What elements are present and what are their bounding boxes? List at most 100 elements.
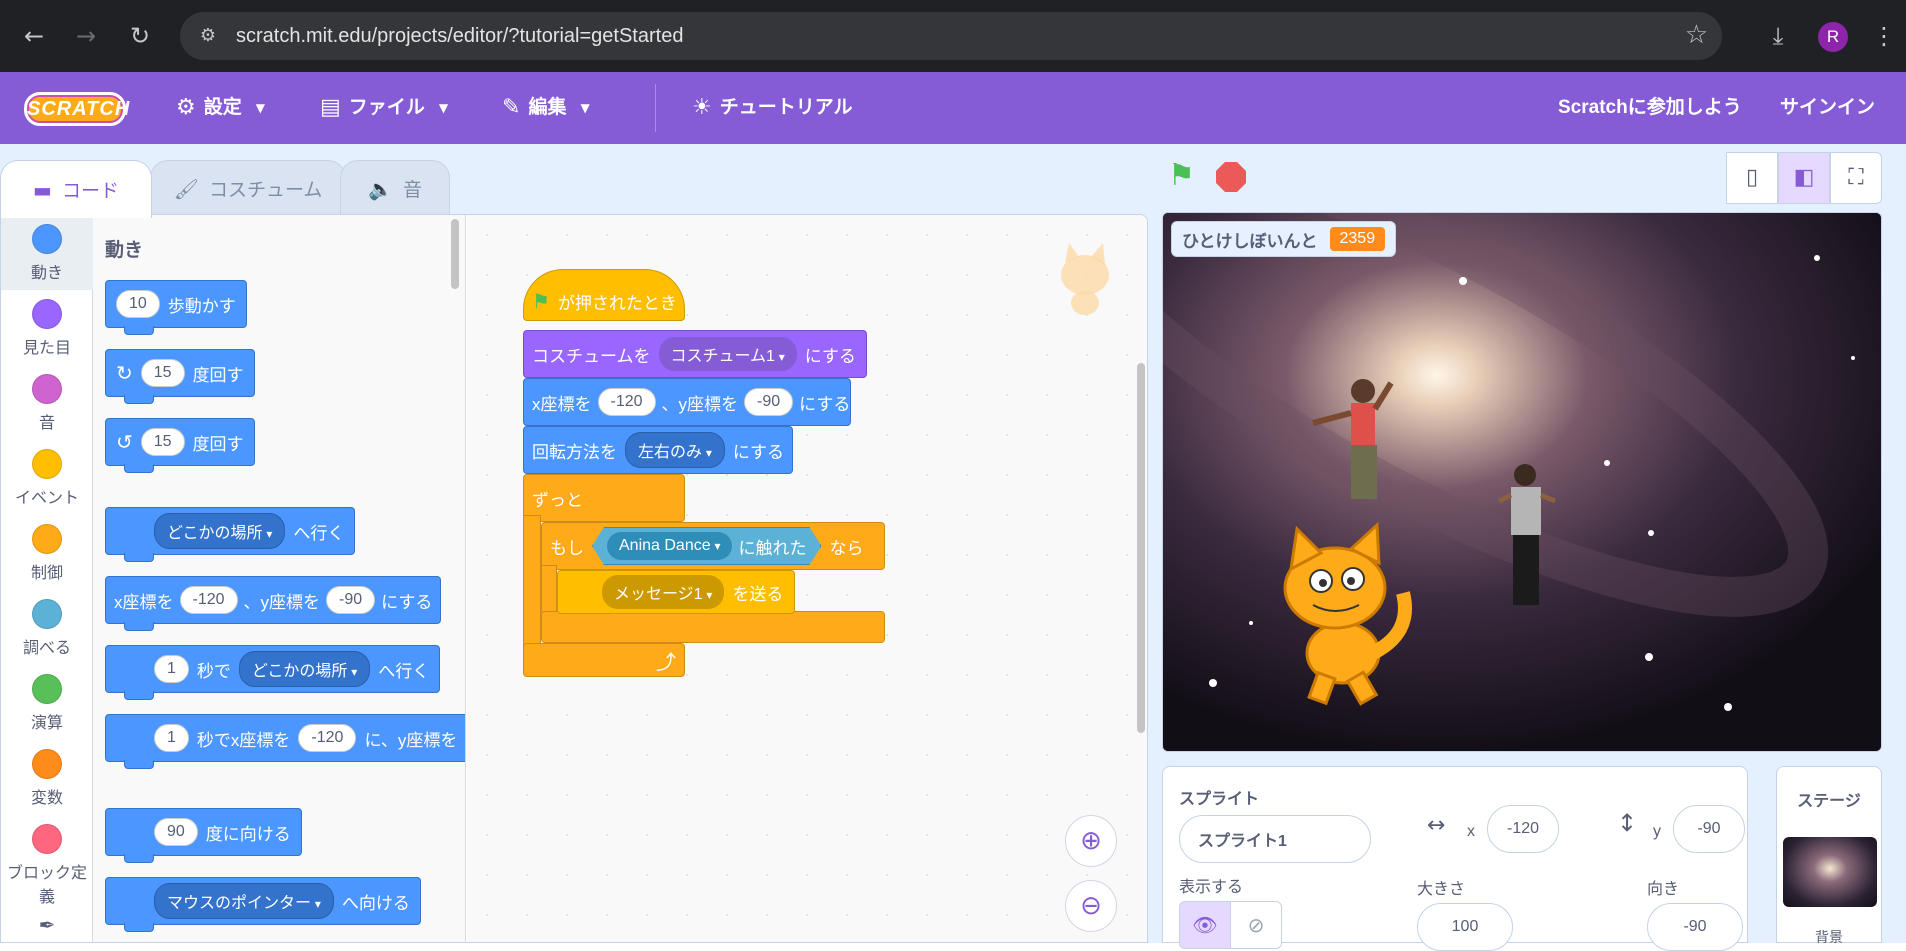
touching-block[interactable]: Anina Dance に触れた xyxy=(592,527,821,565)
rotation-style-block[interactable]: 回転方法を 左右のみ にする xyxy=(523,426,793,474)
y-input[interactable]: -90 xyxy=(744,388,794,416)
tab-costumes[interactable]: 🖌 コスチューム xyxy=(150,160,346,216)
switch-costume-block[interactable]: コスチュームを コスチューム1 にする xyxy=(523,330,867,378)
category-dot xyxy=(32,749,62,779)
scratch-menubar: SCRATCH ⚙ 設定 ▼ ▤ ファイル ▼ ✎ 編集 ▼ ☀ チュートリアル… xyxy=(0,72,1906,144)
category-operators[interactable]: 演算 xyxy=(1,665,93,740)
towards-dropdown[interactable]: マウスのポインター xyxy=(154,883,334,919)
script-scrollbar[interactable] xyxy=(1137,363,1145,733)
turn-left-block[interactable]: ↺ 15 度回す xyxy=(105,418,255,473)
sprite-direction-input[interactable]: -90 xyxy=(1647,903,1743,951)
variable-monitor[interactable]: ひとけしぼいんと 2359 xyxy=(1171,221,1397,257)
point-direction-block[interactable]: 90 度に向ける xyxy=(105,808,302,863)
steps-input[interactable]: 10 xyxy=(116,290,160,318)
scratch-logo[interactable]: SCRATCH xyxy=(24,92,129,126)
rotate-right-icon: ↻ xyxy=(116,361,133,385)
edit-menu[interactable]: ✎ 編集 ▼ xyxy=(502,94,590,122)
download-icon[interactable]: ⤓ xyxy=(1760,18,1796,54)
sprite-y-input[interactable]: -90 xyxy=(1673,805,1745,853)
bookmark-star-icon[interactable]: ☆ xyxy=(1685,20,1708,50)
turn-right-block[interactable]: ↻ 15 度回す xyxy=(105,349,255,404)
degrees-input[interactable]: 15 xyxy=(140,428,185,456)
code-panel: 動き 見た目 音 イベント 制御 調べる 演算 変数 ブロック定義 ✒ 動き 1… xyxy=(0,214,1148,943)
sprite-size-input[interactable]: 100 xyxy=(1417,903,1513,951)
x-input[interactable]: -120 xyxy=(179,586,238,614)
file-menu[interactable]: ▤ ファイル ▼ xyxy=(320,94,448,122)
show-visible-button[interactable]: 👁 xyxy=(1179,901,1231,949)
horizontal-arrows-icon: ↔ xyxy=(1427,813,1446,838)
category-sound[interactable]: 音 xyxy=(1,365,93,440)
category-looks[interactable]: 見た目 xyxy=(1,290,93,365)
gotoxy-script-block[interactable]: x座標を -120 、y座標を -90 にする xyxy=(523,378,851,426)
tab-code[interactable]: ▬ コード xyxy=(0,160,152,218)
category-label: 動き xyxy=(30,265,63,282)
glide-block[interactable]: 1 秒で どこかの場所 へ行く xyxy=(105,645,441,700)
gotoxy-block[interactable]: x座標を -120 、y座標を -90 にする xyxy=(105,576,442,631)
x-input[interactable]: -120 xyxy=(298,724,357,752)
category-label: 見た目 xyxy=(22,340,71,357)
forever-block[interactable]: ずっと xyxy=(523,474,685,522)
green-flag-button[interactable]: ⚑ xyxy=(1168,158,1195,193)
fullscreen-button[interactable]: ⛶ xyxy=(1830,152,1882,204)
goto-block[interactable]: どこかの場所 へ行く xyxy=(105,507,356,562)
category-dot xyxy=(32,374,62,404)
rotation-style-dropdown[interactable]: 左右のみ xyxy=(625,432,725,468)
tutorial-menu[interactable]: ☀ チュートリアル xyxy=(692,94,853,122)
block-text: x座標を xyxy=(114,592,174,612)
move-steps-block[interactable]: 10 歩動かす xyxy=(105,280,247,335)
menu-kebab-icon[interactable]: ⋮ xyxy=(1866,18,1902,54)
glidexy-block[interactable]: 1 秒でx座標を -120 に、y座標を xyxy=(105,714,465,769)
category-control[interactable]: 制御 xyxy=(1,515,93,590)
site-info-icon[interactable]: ⚙ xyxy=(196,24,220,48)
category-motion[interactable]: 動き xyxy=(1,215,93,290)
settings-menu[interactable]: ⚙ 設定 ▼ xyxy=(176,94,265,122)
tab-sounds[interactable]: 🔈 音 xyxy=(340,160,450,216)
broadcast-block[interactable]: メッセージ1 を送る xyxy=(557,570,795,614)
zoom-out-button[interactable]: ⊖ xyxy=(1065,880,1117,932)
touching-target-dropdown[interactable]: Anina Dance xyxy=(607,532,732,560)
sprite-name-input[interactable]: スプライト1 xyxy=(1179,815,1371,863)
when-flag-clicked-block[interactable]: ⚑ が押されたとき xyxy=(523,269,685,321)
join-scratch-link[interactable]: Scratchに参加しよう xyxy=(1558,94,1742,122)
url-text[interactable]: scratch.mit.edu/projects/editor/?tutoria… xyxy=(236,25,683,48)
sprite-x-input[interactable]: -120 xyxy=(1487,805,1559,853)
back-icon[interactable]: ← xyxy=(16,18,52,54)
category-myblocks[interactable]: ブロック定義 xyxy=(1,815,93,910)
normal-stage-button[interactable]: ◧ xyxy=(1778,152,1830,204)
category-dot xyxy=(32,224,62,254)
signin-link[interactable]: サインイン xyxy=(1780,94,1875,122)
palette-scrollbar[interactable] xyxy=(451,219,459,289)
point-towards-block[interactable]: マウスのポインター へ向ける xyxy=(105,877,421,932)
x-input[interactable]: -120 xyxy=(597,388,656,416)
address-bar[interactable]: ⚙ scratch.mit.edu/projects/editor/?tutor… xyxy=(180,12,1722,60)
category-events[interactable]: イベント xyxy=(1,440,93,515)
direction-input[interactable]: 90 xyxy=(154,818,198,846)
category-sensing[interactable]: 調べる xyxy=(1,590,93,665)
y-input[interactable]: -90 xyxy=(326,586,376,614)
reload-icon[interactable]: ↻ xyxy=(122,18,158,54)
block-text: 、y座標を xyxy=(243,592,321,612)
chevron-down-icon: ▼ xyxy=(580,101,590,115)
category-dot xyxy=(32,674,62,704)
stop-button[interactable] xyxy=(1216,162,1246,192)
costume-dropdown[interactable]: コスチューム1 xyxy=(658,337,797,371)
block-text: 秒でx座標を xyxy=(196,730,291,750)
degrees-input[interactable]: 15 xyxy=(140,359,185,387)
stage-selector-pane[interactable]: ステージ 背景 xyxy=(1776,766,1882,945)
seconds-input[interactable]: 1 xyxy=(154,724,189,752)
seconds-input[interactable]: 1 xyxy=(154,655,189,683)
forward-icon[interactable]: → xyxy=(68,18,104,54)
category-extension[interactable]: ✒ xyxy=(1,913,93,942)
script-area[interactable]: ⚑ が押されたとき コスチュームを コスチューム1 にする x座標を -120 … xyxy=(467,215,1147,942)
glide-target-dropdown[interactable]: どこかの場所 xyxy=(238,651,371,687)
message-dropdown[interactable]: メッセージ1 xyxy=(602,575,725,609)
zoom-in-button[interactable]: ⊕ xyxy=(1065,815,1117,867)
backdrop-thumbnail xyxy=(1783,837,1877,907)
goto-target-dropdown[interactable]: どこかの場所 xyxy=(154,513,286,549)
hide-button[interactable]: ⊘ xyxy=(1230,901,1282,949)
if-block[interactable]: もし Anina Dance に触れた なら xyxy=(541,522,885,570)
small-stage-button[interactable]: ▯ xyxy=(1726,152,1778,204)
stage-canvas[interactable]: ひとけしぼいんと 2359 xyxy=(1162,212,1882,752)
profile-avatar[interactable]: R xyxy=(1818,22,1848,52)
category-variables[interactable]: 変数 xyxy=(1,740,93,815)
